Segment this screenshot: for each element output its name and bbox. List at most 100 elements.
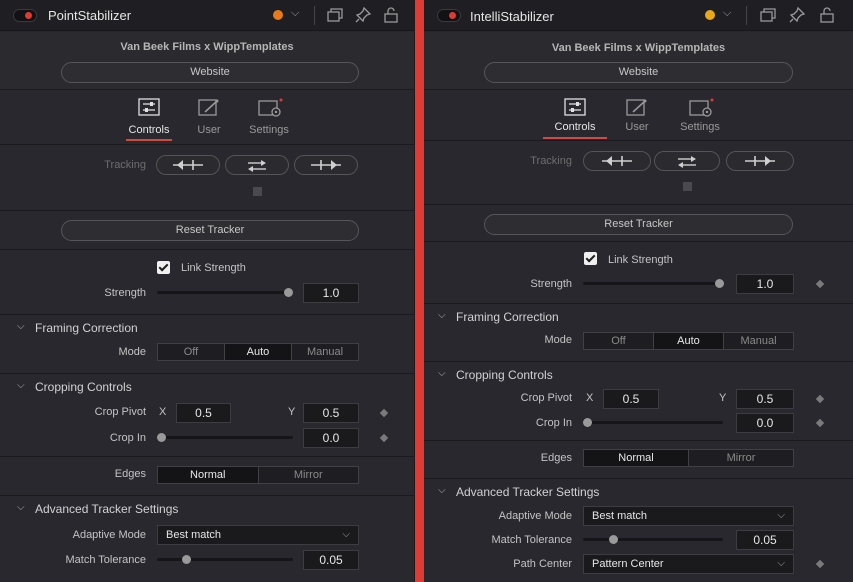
pin-icon[interactable] — [788, 6, 806, 24]
keyframe-diamond-icon[interactable] — [815, 418, 825, 428]
link-strength-checkbox[interactable] — [157, 261, 170, 274]
keyframe-diamond-icon[interactable] — [815, 394, 825, 404]
slider-knob[interactable] — [182, 555, 191, 564]
strength-field[interactable]: 1.0 — [303, 283, 359, 303]
mode-auto-option[interactable]: Auto — [224, 344, 291, 360]
tab-label: Settings — [249, 124, 289, 136]
track-forward-button[interactable] — [294, 155, 358, 175]
chevron-down-icon[interactable]: ⌵ — [723, 7, 731, 20]
path-center-dropdown[interactable]: Pattern Center ⌵ — [583, 554, 794, 574]
match-tolerance-slider[interactable] — [157, 555, 293, 564]
framing-correction-section[interactable]: ⌵ Framing Correction — [0, 314, 414, 340]
magic-wand-icon — [198, 99, 219, 116]
mode-off-option[interactable]: Off — [158, 344, 224, 360]
match-tolerance-field[interactable]: 0.05 — [303, 550, 359, 570]
tab-user[interactable]: User — [607, 91, 667, 145]
adaptive-mode-dropdown[interactable]: Best match ⌵ — [583, 506, 794, 526]
match-tolerance-slider[interactable] — [583, 535, 723, 544]
crop-in-slider[interactable] — [157, 433, 293, 442]
stop-tracking-icon[interactable] — [683, 182, 692, 191]
chevron-down-icon[interactable]: ⌵ — [291, 7, 299, 20]
slider-knob[interactable] — [715, 279, 724, 288]
mode-manual-option[interactable]: Manual — [291, 344, 358, 360]
mode-segmented-control: Off Auto Manual — [583, 332, 794, 350]
duplicate-icon[interactable] — [326, 6, 344, 24]
strength-field[interactable]: 1.0 — [736, 274, 794, 294]
crop-pivot-y-field[interactable]: 0.5 — [303, 403, 359, 423]
enable-toggle[interactable] — [13, 9, 37, 22]
reset-tracker-button[interactable]: Reset Tracker — [484, 214, 793, 235]
active-tab-underline — [126, 139, 172, 141]
edges-normal-option[interactable]: Normal — [158, 467, 258, 483]
crop-pivot-y-field[interactable]: 0.5 — [736, 389, 794, 409]
panel-header: PointStabilizer ⌵ — [0, 0, 414, 31]
match-tolerance-field[interactable]: 0.05 — [736, 530, 794, 550]
section-title: Framing Correction — [35, 321, 138, 335]
advanced-tracker-settings-section[interactable]: ⌵ Advanced Tracker Settings — [424, 478, 853, 504]
panel-divider[interactable] — [415, 0, 424, 582]
crop-pivot-x-field[interactable]: 0.5 — [176, 403, 231, 423]
slider-knob[interactable] — [583, 418, 592, 427]
tab-settings[interactable]: Settings — [239, 91, 299, 145]
edges-normal-option[interactable]: Normal — [584, 450, 688, 466]
chevron-down-icon: ⌵ — [17, 502, 25, 513]
stop-tracking-icon[interactable] — [253, 187, 262, 196]
duplicate-icon[interactable] — [759, 6, 777, 24]
pin-icon[interactable] — [354, 6, 372, 24]
edges-mirror-option[interactable]: Mirror — [688, 450, 793, 466]
cropping-controls-section[interactable]: ⌵ Cropping Controls — [0, 373, 414, 399]
strength-slider[interactable] — [157, 288, 293, 297]
adaptive-mode-dropdown[interactable]: Best match ⌵ — [157, 525, 359, 545]
crop-in-field[interactable]: 0.0 — [736, 413, 794, 433]
status-dot-icon[interactable] — [273, 10, 283, 20]
enable-toggle[interactable] — [437, 9, 461, 22]
path-center-label: Path Center — [513, 558, 572, 570]
tab-controls[interactable]: Controls — [543, 91, 607, 145]
track-forward-button[interactable] — [726, 151, 794, 171]
advanced-tracker-settings-section[interactable]: ⌵ Advanced Tracker Settings — [0, 495, 414, 521]
match-tolerance-label: Match Tolerance — [65, 554, 146, 566]
chevron-down-icon: ⌵ — [17, 380, 25, 391]
track-backward-button[interactable] — [156, 155, 220, 175]
reset-tracker-button[interactable]: Reset Tracker — [61, 220, 359, 241]
tab-settings[interactable]: Settings — [670, 91, 730, 145]
track-both-directions-button[interactable] — [225, 155, 289, 175]
app-root: PointStabilizer ⌵ Van Beek Films x WippT… — [0, 0, 853, 582]
separator — [0, 210, 414, 211]
slider-knob[interactable] — [609, 535, 618, 544]
keyframe-diamond-icon[interactable] — [815, 279, 825, 289]
crop-in-field[interactable]: 0.0 — [303, 428, 359, 448]
strength-label: Strength — [104, 287, 146, 299]
dropdown-value: Best match — [166, 529, 222, 541]
slider-knob[interactable] — [284, 288, 293, 297]
lock-icon[interactable] — [818, 6, 836, 24]
keyframe-diamond-icon[interactable] — [379, 433, 389, 443]
keyframe-diamond-icon[interactable] — [379, 408, 389, 418]
crop-in-slider[interactable] — [583, 418, 723, 427]
cropping-controls-section[interactable]: ⌵ Cropping Controls — [424, 361, 853, 387]
website-button[interactable]: Website — [61, 62, 359, 83]
crop-pivot-x-field[interactable]: 0.5 — [603, 389, 659, 409]
slider-knob[interactable] — [157, 433, 166, 442]
strength-slider[interactable] — [583, 279, 724, 288]
tab-user[interactable]: User — [179, 91, 239, 145]
separator — [0, 249, 414, 250]
mode-auto-option[interactable]: Auto — [653, 333, 723, 349]
track-backward-button[interactable] — [583, 151, 651, 171]
edges-mirror-option[interactable]: Mirror — [257, 467, 359, 483]
framing-correction-section[interactable]: ⌵ Framing Correction — [424, 303, 853, 329]
lock-icon[interactable] — [382, 6, 400, 24]
crop-in-label: Crop In — [109, 432, 146, 444]
mode-manual-option[interactable]: Manual — [723, 333, 793, 349]
link-strength-checkbox[interactable] — [584, 252, 597, 265]
mode-off-option[interactable]: Off — [584, 333, 653, 349]
tab-controls[interactable]: Controls — [119, 91, 179, 145]
swap-arrows-icon — [678, 156, 696, 168]
website-button[interactable]: Website — [484, 62, 793, 83]
chevron-down-icon: ⌵ — [777, 510, 785, 521]
edges-label: Edges — [540, 452, 572, 464]
status-dot-icon[interactable] — [705, 10, 715, 20]
chevron-down-icon: ⌵ — [777, 558, 785, 569]
keyframe-diamond-icon[interactable] — [815, 559, 825, 569]
track-both-directions-button[interactable] — [654, 151, 720, 171]
